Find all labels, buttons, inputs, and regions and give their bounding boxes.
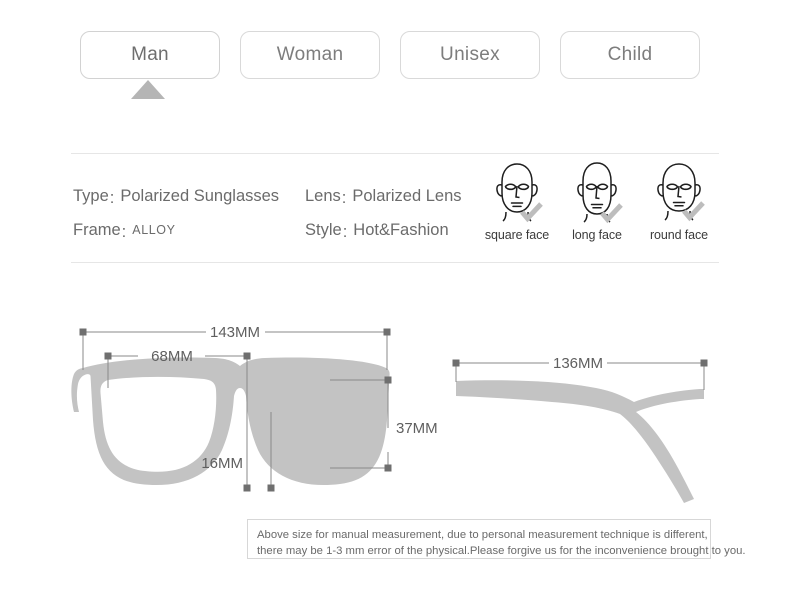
spec-style-key: Style: [305, 221, 342, 239]
glasses-temple-view: [456, 380, 704, 503]
face-round-icon: [657, 163, 705, 222]
face-shape-square-label: square face: [484, 228, 550, 242]
tab-child-label: Child: [607, 44, 653, 65]
face-long-icon: [577, 162, 623, 224]
face-shape-group: square face long face round face: [478, 160, 718, 250]
face-shape-round-label: round face: [649, 228, 709, 242]
dimension-label-front-width: 143MM: [210, 324, 260, 341]
divider-bottom: [71, 262, 719, 263]
spec-style: Style : Hot&Fashion: [305, 221, 449, 241]
tab-unisex[interactable]: Unisex: [400, 31, 540, 79]
face-shape-long: long face: [558, 160, 636, 242]
spec-frame-key: Frame: [73, 221, 121, 239]
tab-unisex-label: Unisex: [440, 44, 500, 65]
face-shape-round: round face: [640, 160, 718, 242]
spec-row-type-lens: Type : Polarized Sunglasses Lens : Polar…: [73, 187, 473, 209]
dimension-label-lens-span: 68MM: [151, 348, 193, 365]
product-spec-panel: Man Woman Unisex Child Type : Polarized …: [0, 0, 790, 612]
spec-type: Type : Polarized Sunglasses: [73, 187, 305, 207]
spec-frame-value: ALLOY: [132, 223, 176, 237]
tab-child[interactable]: Child: [560, 31, 700, 79]
gender-tab-bar: Man Woman Unisex Child: [80, 31, 710, 81]
spec-type-value: Polarized Sunglasses: [120, 187, 280, 205]
spec-frame: Frame : ALLOY: [73, 221, 305, 241]
spec-type-key: Type: [73, 187, 109, 205]
disclaimer-line-1: Above size for manual measurement, due t…: [257, 529, 708, 541]
measurement-disclaimer-box: Above size for manual measurement, due t…: [247, 519, 746, 559]
spec-list: Type : Polarized Sunglasses Lens : Polar…: [73, 187, 473, 255]
tab-man-label: Man: [131, 44, 169, 65]
face-square-icon: [496, 163, 543, 223]
spec-frame-separator: :: [121, 223, 127, 241]
spec-lens: Lens : Polarized Lens: [305, 187, 462, 207]
spec-lens-value: Polarized Lens: [352, 187, 462, 205]
spec-lens-separator: :: [341, 189, 347, 207]
selected-tab-caret-icon: [131, 80, 165, 99]
spec-lens-key: Lens: [305, 187, 341, 205]
disclaimer-line-2: there may be 1-3 mm error of the physica…: [257, 545, 746, 557]
tab-woman-label: Woman: [276, 44, 344, 65]
face-shape-square: square face: [478, 160, 556, 242]
tab-woman[interactable]: Woman: [240, 31, 380, 79]
tab-man[interactable]: Man: [80, 31, 220, 79]
spec-style-value: Hot&Fashion: [353, 221, 449, 239]
dimension-label-lens-height: 37MM: [396, 420, 438, 437]
measurement-diagram-svg: 143MM 68MM 37MM 16MM 136MM: [71, 324, 708, 503]
divider-top: [71, 153, 719, 154]
spec-style-separator: :: [342, 223, 348, 241]
measurement-diagram: 143MM 68MM 37MM 16MM 136MM: [0, 300, 790, 510]
dimension-label-bridge: 16MM: [201, 455, 243, 472]
spec-row-frame-style: Frame : ALLOY Style : Hot&Fashion: [73, 221, 473, 243]
spec-type-separator: :: [109, 189, 115, 207]
face-shape-long-label: long face: [572, 228, 622, 242]
dimension-label-temple-length: 136MM: [553, 355, 603, 372]
